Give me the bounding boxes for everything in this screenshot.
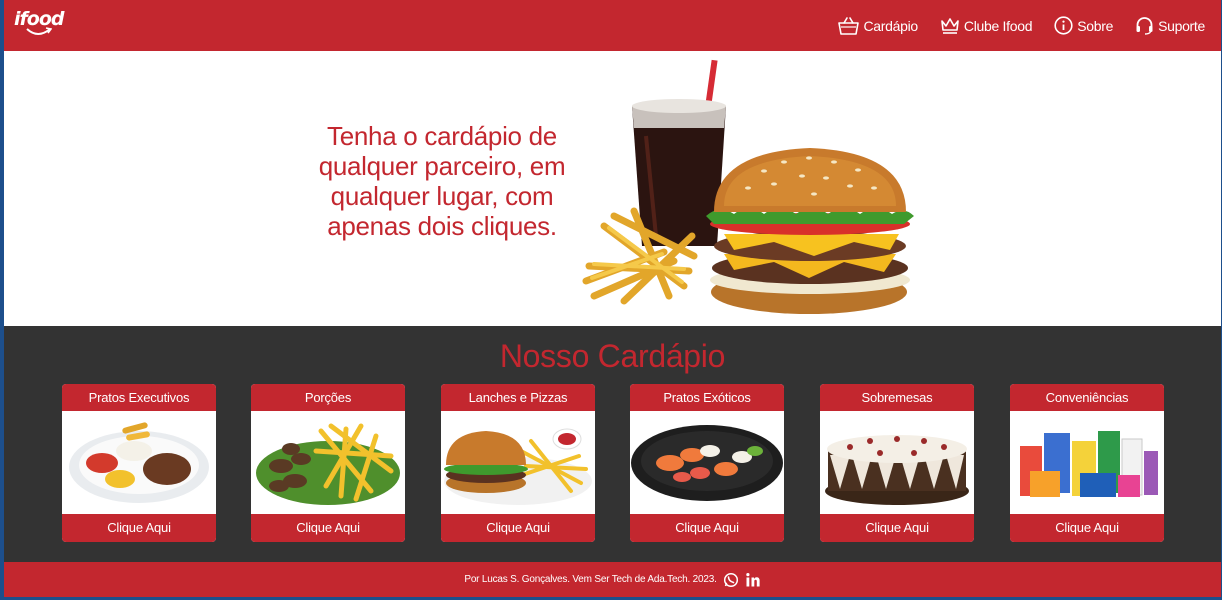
menu-card-pratos-executivos[interactable]: Pratos Executivos Clique Aqui (62, 384, 216, 542)
nav-item-cardapio[interactable]: Cardápio (838, 16, 918, 35)
card-image (630, 411, 784, 514)
nav-item-sobre[interactable]: Sobre (1054, 16, 1113, 35)
nav-label: Clube Ifood (963, 17, 1033, 34)
cake-image (825, 435, 969, 505)
nav-label: Sobre (1077, 17, 1114, 34)
basket-icon (838, 16, 860, 35)
menu-card-lanches-e-pizzas[interactable]: Lanches e Pizzas Clique Aqui (441, 384, 595, 542)
card-cta-button[interactable]: Clique Aqui (820, 514, 974, 542)
card-cta-button[interactable]: Clique Aqui (630, 514, 784, 542)
headset-icon (1136, 17, 1153, 35)
groceries-image (1020, 431, 1158, 497)
logo-swoosh-icon (26, 27, 52, 35)
portions-image (256, 423, 400, 505)
card-image (62, 411, 216, 514)
card-title: Conveniências (1010, 384, 1164, 411)
card-title: Sobremesas (820, 384, 974, 411)
card-image (441, 411, 595, 514)
nav-label: Cardápio (863, 17, 918, 34)
burger-fries-image (444, 428, 592, 505)
card-title: Porções (251, 384, 405, 411)
info-icon (1054, 16, 1073, 35)
card-image (1010, 411, 1164, 514)
hero-section: Tenha o cardápio de qualquer parceiro, e… (4, 51, 1221, 326)
footer: Por Lucas S. Gonçalves. Vem Ser Tech de … (4, 562, 1221, 597)
card-cta-button[interactable]: Clique Aqui (441, 514, 595, 542)
card-title: Pratos Executivos (62, 384, 216, 411)
card-cta-button[interactable]: Clique Aqui (251, 514, 405, 542)
menu-section: Nosso Cardápio Pratos Executivos Clique … (4, 326, 1221, 562)
linkedin-icon[interactable] (745, 572, 761, 588)
page: ifood Cardápio Clube Ifood Sobre Suporte… (4, 0, 1221, 597)
menu-card-pratos-exoticos[interactable]: Pratos Exóticos Clique Aqui (630, 384, 784, 542)
menu-card-porcoes[interactable]: Porções Clique Aqui (251, 384, 405, 542)
main-nav: Cardápio Clube Ifood Sobre Suporte (838, 0, 1205, 51)
card-title: Lanches e Pizzas (441, 384, 595, 411)
menu-card-sobremesas[interactable]: Sobremesas Clique Aqui (820, 384, 974, 542)
menu-card-conveniencias[interactable]: Conveniências Clique Aqui (1010, 384, 1164, 542)
nav-label: Suporte (1158, 17, 1205, 34)
top-navbar: ifood Cardápio Clube Ifood Sobre Suporte (4, 0, 1221, 51)
whatsapp-icon[interactable] (723, 572, 739, 588)
card-cta-button[interactable]: Clique Aqui (62, 514, 216, 542)
nav-item-clube-ifood[interactable]: Clube Ifood (940, 17, 1033, 34)
crown-icon (941, 18, 959, 34)
menu-title: Nosso Cardápio (499, 338, 726, 374)
executive-plate-image (69, 422, 209, 503)
card-image (820, 411, 974, 514)
footer-credits: Por Lucas S. Gonçalves. Vem Ser Tech de … (464, 574, 717, 585)
hero-headline: Tenha o cardápio de qualquer parceiro, e… (318, 121, 566, 241)
sushi-plate-image (631, 425, 783, 501)
burger-combo-image (582, 59, 914, 314)
card-image (251, 411, 405, 514)
card-title: Pratos Exóticos (630, 384, 784, 411)
card-cta-button[interactable]: Clique Aqui (1010, 514, 1164, 542)
nav-item-suporte[interactable]: Suporte (1135, 16, 1205, 35)
